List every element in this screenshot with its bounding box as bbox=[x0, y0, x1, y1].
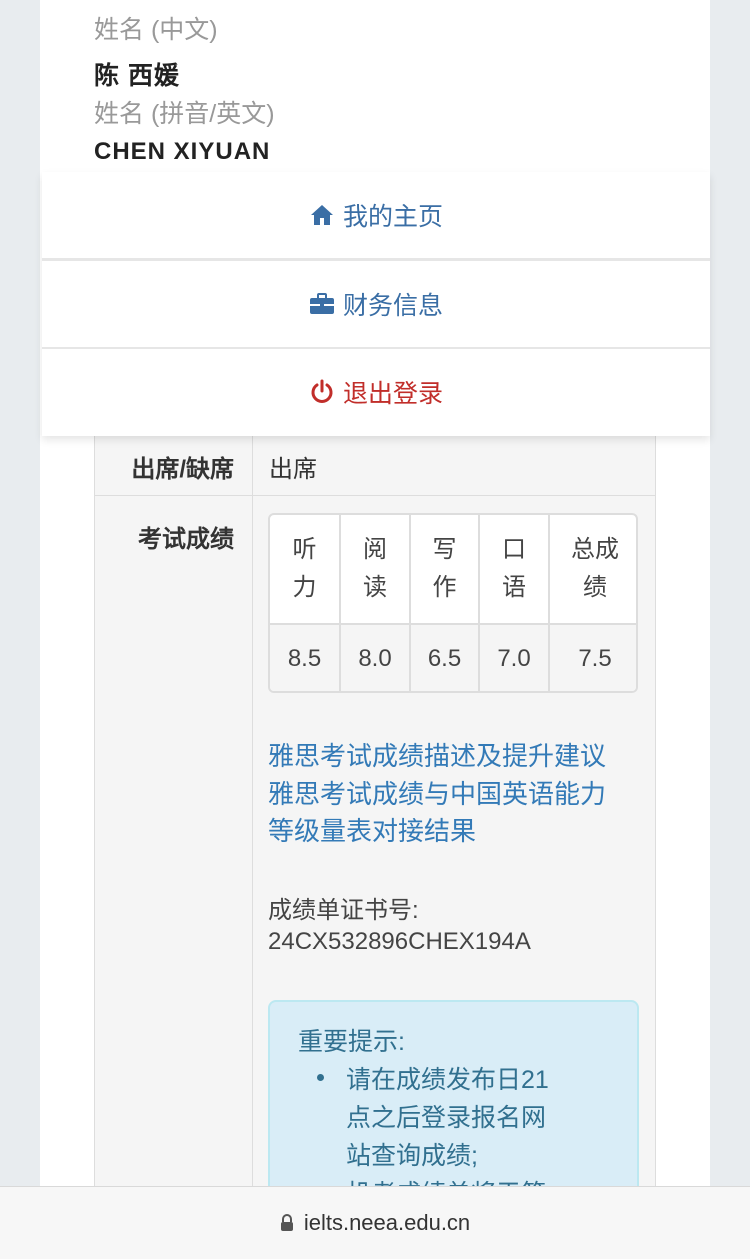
name-cn-value: 陈 西媛 bbox=[94, 62, 180, 90]
score-header-speaking: 口语 bbox=[502, 536, 526, 601]
menu-item-logout-label: 退出登录 bbox=[342, 380, 443, 408]
home-icon bbox=[310, 205, 333, 225]
menu-item-logout[interactable]: 退出登录 bbox=[42, 349, 710, 435]
score-grid-divider bbox=[478, 515, 480, 691]
score-header-reading: 阅读 bbox=[363, 536, 387, 601]
important-notice: 重要提示: 请在成绩发布日21 点之后登录报名网 站查询成绩; 机考成绩单将于第 bbox=[268, 1000, 639, 1200]
menu-item-home[interactable]: 我的主页 bbox=[42, 172, 710, 258]
briefcase-icon bbox=[309, 293, 334, 314]
trf-number-value: 24CX532896CHEX194A bbox=[268, 928, 531, 955]
score-grid-divider bbox=[339, 515, 341, 691]
menu-item-finance-label: 财务信息 bbox=[342, 292, 443, 320]
name-en-label: 姓名 (拼音/英文) bbox=[94, 100, 275, 128]
table-row-attendance: 出席/缺席 出席 bbox=[95, 436, 655, 496]
score-label: 考试成绩 bbox=[138, 526, 234, 553]
url-text: ielts.neea.edu.cn bbox=[303, 1210, 471, 1235]
name-cn-label: 姓名 (中文) bbox=[94, 16, 218, 44]
bullet-icon bbox=[317, 1074, 324, 1081]
browser-address-bar[interactable]: ielts.neea.edu.cn bbox=[0, 1186, 750, 1259]
score-writing: 6.5 bbox=[411, 625, 478, 691]
score-header-overall: 总成绩 bbox=[571, 536, 619, 601]
menu-item-home-label: 我的主页 bbox=[342, 203, 443, 231]
notice-title: 重要提示: bbox=[298, 1028, 405, 1056]
trf-number-label: 成绩单证书号: bbox=[268, 897, 419, 924]
attendance-value: 出席 bbox=[269, 456, 317, 483]
score-grid: 听力 阅读 写作 口语 总成绩 8.5 8.0 6.5 7.0 7.5 bbox=[268, 513, 638, 693]
attendance-label: 出席/缺席 bbox=[131, 456, 234, 483]
power-icon bbox=[311, 379, 333, 403]
lock-icon bbox=[280, 1214, 293, 1231]
score-listening: 8.5 bbox=[270, 625, 339, 691]
menu-item-finance[interactable]: 财务信息 bbox=[42, 261, 710, 347]
score-header-listening: 听力 bbox=[292, 536, 317, 601]
notice-line: 请在成绩发布日21 bbox=[346, 1066, 549, 1094]
cse-alignment-link[interactable]: 雅思考试成绩与中国英语能力 等级量表对接结果 bbox=[268, 774, 606, 848]
name-en-value: CHEN XIYUAN bbox=[94, 138, 271, 165]
score-speaking: 7.0 bbox=[480, 625, 548, 691]
score-grid-divider bbox=[548, 515, 550, 691]
score-grid-divider bbox=[409, 515, 411, 691]
score-header-writing: 写作 bbox=[432, 536, 457, 601]
score-description-link[interactable]: 雅思考试成绩描述及提升建议 bbox=[268, 736, 606, 773]
user-dropdown-menu: 我的主页 财务信息 退出登录 bbox=[42, 172, 710, 436]
notice-line: 点之后登录报名网 bbox=[346, 1104, 547, 1132]
score-reading: 8.0 bbox=[341, 625, 409, 691]
score-overall: 7.5 bbox=[550, 625, 636, 691]
table-column-divider bbox=[252, 436, 253, 1196]
notice-line: 站查询成绩; bbox=[346, 1142, 478, 1170]
